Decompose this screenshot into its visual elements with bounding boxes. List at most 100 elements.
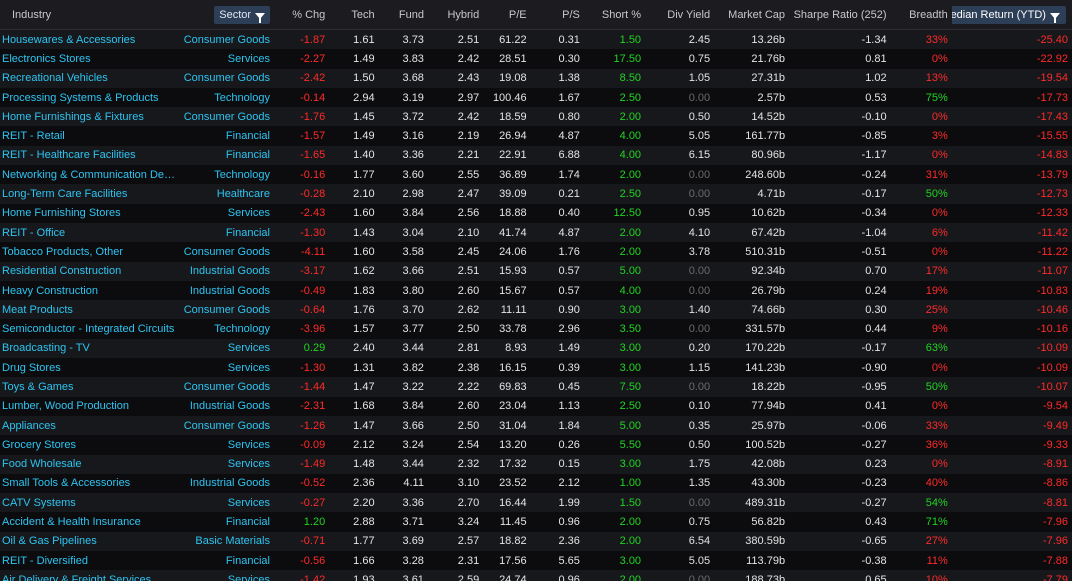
sector-cell[interactable]: Services <box>179 439 274 451</box>
header-median-return[interactable]: Median Return (YTD) <box>951 5 1072 24</box>
table-row[interactable]: Appliances Consumer Goods -1.26 1.47 3.66 2.5… <box>0 415 1072 436</box>
table-row[interactable]: Broadcasting - TV Services 0.29 2.40 3.44 2.8… <box>0 338 1072 359</box>
table-row[interactable]: Grocery Stores Services -0.09 2.12 3.24 2.54 1… <box>0 435 1072 455</box>
filter-icon[interactable] <box>1049 12 1060 23</box>
industry-cell[interactable]: Air Delivery & Freight Services <box>0 574 179 581</box>
sector-cell[interactable]: Services <box>179 574 274 581</box>
industry-cell[interactable]: REIT - Office <box>0 227 179 239</box>
sector-cell[interactable]: Consumer Goods <box>179 72 274 84</box>
industry-cell[interactable]: CATV Systems <box>0 497 179 509</box>
industry-cell[interactable]: Meat Products <box>0 304 179 316</box>
table-row[interactable]: Recreational Vehicles Consumer Goods -2.42… <box>0 68 1072 88</box>
industry-cell[interactable]: Recreational Vehicles <box>0 72 179 84</box>
sector-filter-chip[interactable]: Sector <box>214 5 271 24</box>
table-row[interactable]: Heavy Construction Industrial Goods -0.49 1… <box>0 280 1072 301</box>
table-row[interactable]: REIT - Office Financial -1.30 1.43 3.04 2.10 4… <box>0 222 1072 243</box>
sector-cell[interactable]: Consumer Goods <box>179 34 274 46</box>
sector-cell[interactable]: Financial <box>179 555 274 567</box>
table-row[interactable]: Long-Term Care Facilities Healthcare -0.28… <box>0 184 1072 204</box>
table-row[interactable]: REIT - Healthcare Facilities Financial -1.… <box>0 145 1072 166</box>
table-row[interactable]: Tobacco Products, Other Consumer Goods -4.… <box>0 242 1072 262</box>
industry-cell[interactable]: Tobacco Products, Other <box>0 246 179 258</box>
table-row[interactable]: Electronics Stores Services -2.27 1.49 3.83 2… <box>0 49 1072 69</box>
sector-cell[interactable]: Industrial Goods <box>179 477 274 489</box>
header-breadth[interactable]: Breadth <box>891 9 952 21</box>
industry-cell[interactable]: Networking & Communication Devi... <box>0 169 179 181</box>
industry-cell[interactable]: Grocery Stores <box>0 439 179 451</box>
industry-cell[interactable]: Electronics Stores <box>0 53 179 65</box>
table-row[interactable]: Meat Products Consumer Goods -0.64 1.76 3.70… <box>0 300 1072 320</box>
sector-cell[interactable]: Financial <box>179 227 274 239</box>
table-row[interactable]: Processing Systems & Products Technology -… <box>0 87 1072 108</box>
industry-cell[interactable]: Residential Construction <box>0 265 179 277</box>
sector-cell[interactable]: Services <box>179 362 274 374</box>
table-row[interactable]: Toys & Games Consumer Goods -1.44 1.47 3.22 2… <box>0 377 1072 397</box>
sector-cell[interactable]: Industrial Goods <box>179 400 274 412</box>
header-tech[interactable]: Tech <box>329 9 378 21</box>
industry-cell[interactable]: Food Wholesale <box>0 458 179 470</box>
table-row[interactable]: Semiconductor - Integrated Circuits Techn… <box>0 319 1072 339</box>
sector-cell[interactable]: Industrial Goods <box>179 265 274 277</box>
table-row[interactable]: Residential Construction Industrial Goods… <box>0 261 1072 281</box>
header-pe[interactable]: P/E <box>483 9 530 21</box>
sector-cell[interactable]: Financial <box>179 516 274 528</box>
sector-cell[interactable]: Industrial Goods <box>179 285 274 297</box>
median-filter-chip[interactable]: Median Return (YTD) <box>951 5 1066 24</box>
industry-cell[interactable]: Broadcasting - TV <box>0 342 179 354</box>
sector-cell[interactable]: Consumer Goods <box>179 381 274 393</box>
sector-cell[interactable]: Consumer Goods <box>179 111 274 123</box>
table-row[interactable]: Home Furnishing Stores Services -2.43 1.60 3… <box>0 203 1072 223</box>
table-row[interactable]: Home Furnishings & Fixtures Consumer Good… <box>0 107 1072 127</box>
header-ps[interactable]: P/S <box>531 9 584 21</box>
header-div-yield[interactable]: Div Yield <box>645 9 714 21</box>
header-sector[interactable]: Sector <box>179 5 274 24</box>
sector-cell[interactable]: Technology <box>179 323 274 335</box>
industry-cell[interactable]: Home Furnishings & Fixtures <box>0 111 179 123</box>
header-chg[interactable]: % Chg <box>274 9 329 21</box>
sector-cell[interactable]: Consumer Goods <box>179 246 274 258</box>
header-industry[interactable]: Industry <box>0 9 179 21</box>
table-row[interactable]: Air Delivery & Freight Services Services -… <box>0 570 1072 581</box>
sector-cell[interactable]: Healthcare <box>179 188 274 200</box>
industry-cell[interactable]: Accident & Health Insurance <box>0 516 179 528</box>
industry-cell[interactable]: REIT - Healthcare Facilities <box>0 149 179 161</box>
industry-cell[interactable]: Long-Term Care Facilities <box>0 188 179 200</box>
header-fund[interactable]: Fund <box>379 9 428 21</box>
sector-cell[interactable]: Consumer Goods <box>179 420 274 432</box>
sector-cell[interactable]: Technology <box>179 169 274 181</box>
table-row[interactable]: CATV Systems Services -0.27 2.20 3.36 2.70 16.… <box>0 493 1072 513</box>
industry-cell[interactable]: Appliances <box>0 420 179 432</box>
header-sharpe[interactable]: Sharpe Ratio (252) <box>789 9 891 21</box>
table-row[interactable]: Accident & Health Insurance Financial 1.20… <box>0 512 1072 532</box>
industry-cell[interactable]: Toys & Games <box>0 381 179 393</box>
table-row[interactable]: REIT - Diversified Financial -0.56 1.66 3.28… <box>0 551 1072 571</box>
sector-cell[interactable]: Services <box>179 207 274 219</box>
table-row[interactable]: Oil & Gas Pipelines Basic Materials -0.71 1… <box>0 531 1072 552</box>
industry-cell[interactable]: Home Furnishing Stores <box>0 207 179 219</box>
header-market-cap[interactable]: Market Cap <box>714 9 789 21</box>
sector-cell[interactable]: Financial <box>179 149 274 161</box>
header-short[interactable]: Short % <box>584 9 645 21</box>
table-row[interactable]: Networking & Communication Devi... Techno… <box>0 165 1072 185</box>
industry-cell[interactable]: Heavy Construction <box>0 285 179 297</box>
industry-cell[interactable]: Oil & Gas Pipelines <box>0 535 179 547</box>
table-row[interactable]: Food Wholesale Services -1.49 1.48 3.44 2.32 1… <box>0 454 1072 474</box>
industry-cell[interactable]: Small Tools & Accessories <box>0 477 179 489</box>
sector-cell[interactable]: Services <box>179 458 274 470</box>
industry-cell[interactable]: REIT - Retail <box>0 130 179 142</box>
sector-cell[interactable]: Services <box>179 497 274 509</box>
table-row[interactable]: Lumber, Wood Production Industrial Goods -… <box>0 396 1072 416</box>
table-row[interactable]: Small Tools & Accessories Industrial Good… <box>0 473 1072 494</box>
table-row[interactable]: REIT - Retail Financial -1.57 1.49 3.16 2.19 2… <box>0 126 1072 146</box>
sector-cell[interactable]: Basic Materials <box>179 535 274 547</box>
table-row[interactable]: Housewares & Accessories Consumer Goods -1… <box>0 30 1072 50</box>
industry-cell[interactable]: Processing Systems & Products <box>0 92 179 104</box>
sector-cell[interactable]: Services <box>179 342 274 354</box>
industry-cell[interactable]: Housewares & Accessories <box>0 34 179 46</box>
industry-cell[interactable]: Drug Stores <box>0 362 179 374</box>
filter-icon[interactable] <box>255 12 266 23</box>
header-hybrid[interactable]: Hybrid <box>428 9 483 21</box>
industry-cell[interactable]: REIT - Diversified <box>0 555 179 567</box>
table-row[interactable]: Drug Stores Services -1.30 1.31 3.82 2.38 16.1… <box>0 358 1072 378</box>
industry-cell[interactable]: Semiconductor - Integrated Circuits <box>0 323 179 335</box>
